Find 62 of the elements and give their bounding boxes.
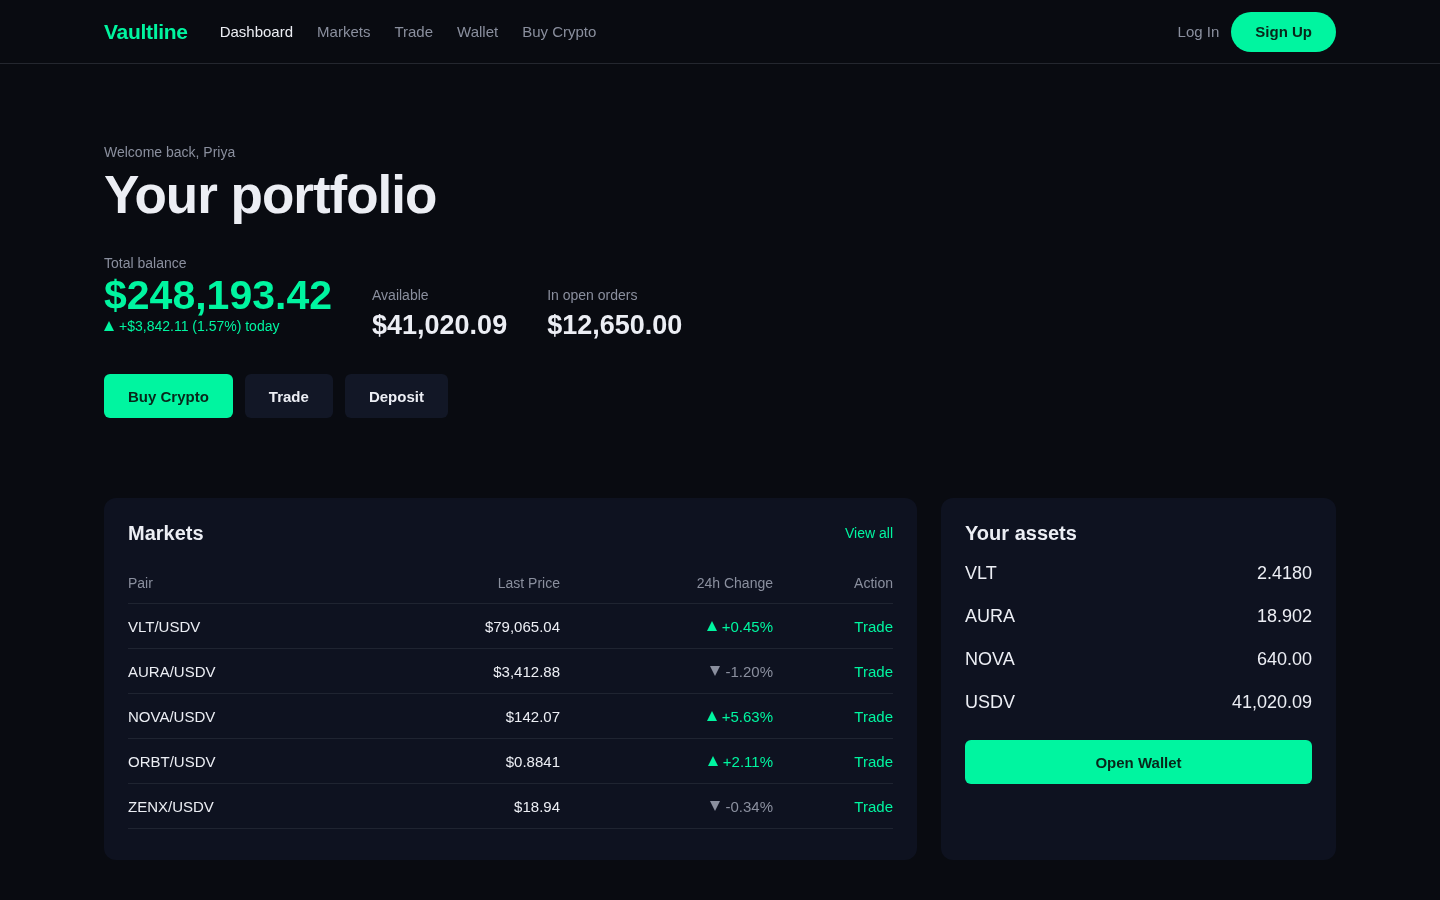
price-cell: $142.07 — [505, 707, 560, 725]
change-value: -1.20% — [725, 662, 773, 680]
stat-value: $12,650.00 — [547, 309, 683, 342]
price-cell: $18.94 — [514, 797, 560, 815]
triangle-up-icon — [706, 621, 717, 631]
secondary-button[interactable]: Deposit — [344, 374, 448, 418]
stat-label: Available — [372, 286, 430, 304]
trade-link[interactable]: Trade — [854, 662, 893, 680]
nav-link[interactable]: Dashboard — [219, 23, 294, 40]
triangle-up-icon — [707, 756, 718, 766]
asset-amount: 41,020.09 — [1231, 692, 1312, 713]
nav-link[interactable]: Wallet — [457, 23, 499, 40]
trade-link[interactable]: Trade — [854, 707, 893, 725]
pair-cell: AURA/USDV — [128, 662, 216, 680]
logo[interactable]: Vaultline — [104, 19, 188, 44]
card-title: Your assets — [965, 521, 1077, 545]
asset-symbol: NOVA — [965, 649, 1015, 670]
trade-link[interactable]: Trade — [854, 752, 893, 770]
stat-label: In open orders — [547, 286, 639, 304]
asset-symbol: USDV — [965, 692, 1015, 713]
triangle-up-icon — [104, 321, 114, 331]
asset-amount: 640.00 — [1256, 649, 1312, 670]
change-value: +2.11% — [722, 752, 773, 770]
pair-cell: VLT/USDV — [128, 617, 201, 635]
column-header: Action — [854, 574, 893, 591]
balance-value: $248,193.42 — [104, 272, 332, 318]
column-header: 24h Change — [696, 574, 773, 591]
greeting-text: Welcome back, Priya — [104, 144, 237, 160]
price-cell: $0.8841 — [505, 752, 560, 770]
nav-link[interactable]: Trade — [394, 23, 434, 40]
triangle-down-icon — [710, 801, 721, 811]
stat-value: $41,020.09 — [372, 309, 508, 342]
pair-cell: NOVA/USDV — [128, 707, 216, 725]
trade-link[interactable]: Trade — [854, 797, 893, 815]
nav-link[interactable]: Buy Crypto — [522, 23, 597, 40]
triangle-down-icon — [710, 666, 721, 676]
column-header: Last Price — [497, 574, 560, 591]
pair-cell: ZENX/USDV — [128, 797, 214, 815]
nav-link[interactable]: Markets — [317, 23, 371, 40]
change-value: -0.34% — [725, 797, 773, 815]
column-header: Pair — [128, 574, 153, 591]
balance-label: Total balance — [104, 254, 188, 272]
asset-symbol: VLT — [965, 563, 997, 584]
secondary-button[interactable]: Trade — [244, 374, 333, 418]
change-value: +5.63% — [721, 707, 773, 725]
primary-button[interactable]: Buy Crypto — [104, 374, 233, 418]
pair-cell: ORBT/USDV — [128, 752, 216, 770]
price-cell: $79,065.04 — [484, 617, 560, 635]
balance-change: +$3,842.11 (1.57%) today — [119, 318, 280, 334]
triangle-up-icon — [706, 711, 717, 721]
page-title: Your portfolio — [104, 164, 438, 226]
price-cell: $3,412.88 — [493, 662, 560, 680]
asset-amount: 2.4180 — [1256, 563, 1312, 584]
card-title: Markets — [128, 521, 204, 545]
view-all-link[interactable]: View all — [845, 525, 893, 541]
login-link[interactable]: Log In — [1177, 23, 1220, 40]
open-wallet-button[interactable]: Open Wallet — [965, 740, 1312, 784]
trade-link[interactable]: Trade — [854, 617, 893, 635]
signup-button[interactable]: Sign Up — [1231, 11, 1336, 52]
asset-amount: 18.902 — [1256, 606, 1312, 627]
change-value: +0.45% — [721, 617, 773, 635]
asset-symbol: AURA — [965, 606, 1015, 627]
